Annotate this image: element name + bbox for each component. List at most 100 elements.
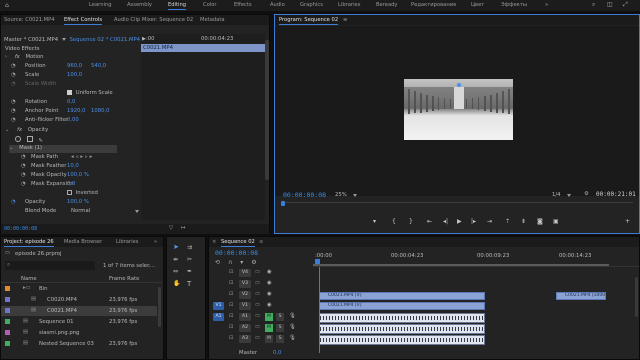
ec-clip-bar[interactable]: C0021.MP4 <box>141 44 265 52</box>
stopwatch-icon[interactable]: ◔ <box>21 181 26 187</box>
search-icon[interactable]: ⌕ <box>592 1 595 9</box>
clip-a2[interactable] <box>319 324 485 334</box>
scale-value[interactable]: 100,0 <box>67 72 82 78</box>
tab-project[interactable]: Project: episode 26 <box>4 239 54 247</box>
stopwatch-icon[interactable]: ◔ <box>21 154 26 160</box>
filter-icon[interactable]: ▽ <box>169 225 173 231</box>
sync-lock-icon[interactable]: ▭ <box>255 291 260 297</box>
stopwatch-icon[interactable]: ◔ <box>21 172 26 178</box>
source-patch[interactable] <box>213 291 224 299</box>
fx-icon[interactable]: fx <box>15 54 20 60</box>
extract-icon[interactable]: ⇟ <box>521 218 526 225</box>
sync-lock-icon[interactable]: ▭ <box>255 280 260 286</box>
voiceover-mic-icon[interactable]: 🎙 <box>289 324 296 330</box>
slip-tool-icon[interactable]: ⇔ <box>173 268 178 275</box>
lock-icon[interactable]: ⊡ <box>229 313 233 319</box>
mark-out-icon[interactable]: } <box>409 218 413 225</box>
linked-selection-icon[interactable]: ∩ <box>228 259 232 266</box>
hand-tool-icon[interactable]: ✋ <box>173 280 180 287</box>
stopwatch-icon[interactable]: ◔ <box>11 117 16 123</box>
label-color-swatch[interactable] <box>5 341 10 346</box>
tab-media-browser[interactable]: Media Browser <box>64 239 102 245</box>
sync-lock-icon[interactable]: ▭ <box>255 269 260 275</box>
tab-source[interactable]: Source: C0021.MP4 <box>4 17 55 23</box>
solo-button[interactable]: S <box>276 313 284 321</box>
antiflicker-value[interactable]: 0,00 <box>67 117 79 123</box>
lock-icon[interactable]: ⊡ <box>229 269 233 275</box>
ripple-edit-tool-icon[interactable]: ⇹ <box>173 256 178 263</box>
project-item[interactable]: ▤ Nested Sequence 03 23,976 fps <box>1 339 157 349</box>
rotation-value[interactable]: 0,0 <box>67 99 75 105</box>
track-target[interactable]: A2 <box>239 324 251 332</box>
add-button-icon[interactable]: + <box>625 218 630 225</box>
mark-in-icon[interactable]: { <box>392 218 396 225</box>
workspace-effects-ru[interactable]: Эффекты <box>501 2 527 8</box>
razor-tool-icon[interactable]: ✂ <box>187 256 192 263</box>
export-icon[interactable]: ↦ <box>181 225 185 231</box>
program-scrubber[interactable] <box>281 201 633 207</box>
chevron-down-icon[interactable] <box>353 194 357 197</box>
ec-mini-timeline[interactable]: ▶ :00 00:00:04:23 C0021.MP4 <box>141 34 265 220</box>
stopwatch-icon[interactable]: ◔ <box>11 108 16 114</box>
track-target[interactable]: V1 <box>239 302 251 310</box>
project-item[interactable]: ▤ C0020.MP4 23,976 fps <box>1 295 157 305</box>
timeline-v-scrollbar[interactable] <box>635 277 638 317</box>
lock-icon[interactable]: ⊡ <box>229 302 233 308</box>
tab-sequence-02[interactable]: Sequence 02 <box>221 239 255 247</box>
timeline-timecode[interactable]: 00:00:00:08 <box>215 249 258 257</box>
voiceover-mic-icon[interactable]: 🎙 <box>289 313 296 319</box>
tab-libraries[interactable]: Libraries <box>116 239 138 245</box>
voiceover-mic-icon[interactable]: 🎙 <box>289 335 296 341</box>
chevron-down-icon[interactable] <box>135 210 139 213</box>
eye-icon[interactable]: ◉ <box>267 280 272 286</box>
stopwatch-icon[interactable]: ◔ <box>21 163 26 169</box>
panel-overflow-icon[interactable]: » <box>154 239 157 245</box>
project-item[interactable]: ▸▭ Bin <box>1 284 157 294</box>
workspace-libraries[interactable]: Libraries <box>338 2 360 8</box>
mask-opacity-value[interactable]: 100,0 % <box>67 172 89 178</box>
mask-handle-icon[interactable] <box>457 83 461 87</box>
workspace-learning[interactable]: Learning <box>89 2 112 8</box>
mask-row[interactable]: ⌄ Mask (1) <box>9 145 117 153</box>
go-to-out-icon[interactable]: ⇥ <box>487 218 492 225</box>
workspace-color[interactable]: Color <box>203 2 217 8</box>
fx-icon[interactable]: fx <box>17 127 22 133</box>
lock-icon[interactable]: ⊡ <box>229 324 233 330</box>
source-patch[interactable]: A1 <box>213 313 224 321</box>
workspace-overflow-icon[interactable]: » <box>545 2 548 8</box>
eye-icon[interactable]: ◉ <box>267 269 272 275</box>
notifications-icon[interactable]: ◫ <box>607 1 613 8</box>
rect-mask-icon[interactable] <box>26 136 33 142</box>
track-select-tool-icon[interactable]: ⇉ <box>187 244 192 251</box>
source-patch[interactable] <box>213 280 224 288</box>
lock-icon[interactable]: ⊡ <box>229 335 233 341</box>
label-color-swatch[interactable] <box>5 330 10 335</box>
project-item[interactable]: ▤ Sequence 01 23,976 fps <box>1 317 157 327</box>
workspace-effects[interactable]: Effects <box>234 2 252 8</box>
blend-mode-select[interactable]: Normal <box>71 208 90 214</box>
go-to-in-icon[interactable]: ⇤ <box>427 218 432 225</box>
lock-icon[interactable]: ⊡ <box>229 280 233 286</box>
expand-icon[interactable]: › <box>5 54 7 60</box>
source-patch[interactable] <box>213 269 224 277</box>
uniform-scale-checkbox[interactable] <box>67 90 72 95</box>
tab-audio-clip-mixer[interactable]: Audio Clip Mixer: Sequence 02 <box>114 17 193 23</box>
workspace-editing-ru[interactable]: Редактирование <box>411 2 456 8</box>
project-item[interactable]: ▤ siasmi.png.png <box>1 328 157 338</box>
source-patch[interactable] <box>213 335 224 343</box>
workspace-beready[interactable]: Beready <box>376 2 398 8</box>
track-target[interactable]: V2 <box>239 291 251 299</box>
resolution-fraction[interactable]: 1/4 <box>552 192 561 198</box>
timeline-ruler[interactable]: :00:00 00:00:04:23 00:00:09:23 00:00:14:… <box>313 251 639 267</box>
home-icon[interactable]: ⌂ <box>5 2 9 9</box>
source-patch[interactable] <box>213 324 224 332</box>
workspace-editing[interactable]: Editing <box>168 2 187 10</box>
inverted-checkbox[interactable] <box>67 190 72 195</box>
sync-lock-icon[interactable]: ▭ <box>255 313 260 319</box>
comparison-view-icon[interactable]: ▣ <box>553 218 559 225</box>
clip-v1-main[interactable]: C0021.MP4 [V] <box>319 302 485 310</box>
solo-button[interactable]: S <box>276 324 284 332</box>
eye-icon[interactable]: ◉ <box>267 291 272 297</box>
label-color-swatch[interactable] <box>5 308 10 313</box>
label-color-swatch[interactable] <box>5 286 10 291</box>
